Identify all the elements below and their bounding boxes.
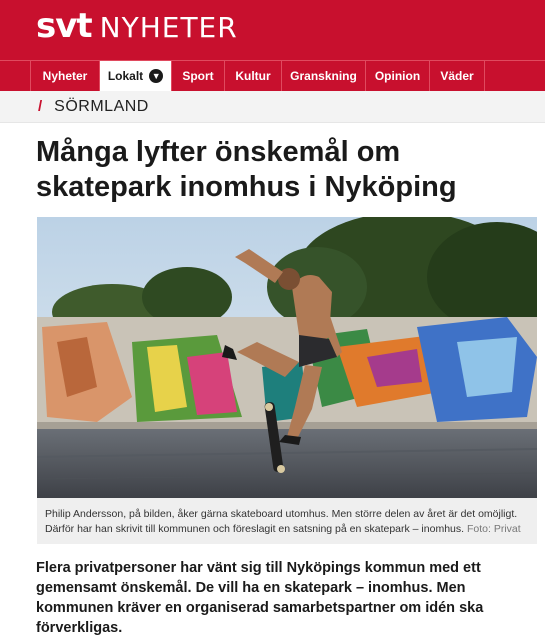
svt-nyheter-logo[interactable]: svt NYHETER	[36, 6, 238, 46]
nav-item-kultur[interactable]: Kultur	[225, 61, 282, 91]
slash-icon: /	[38, 98, 43, 115]
nav-item-opinion[interactable]: Opinion	[366, 61, 430, 91]
region-label[interactable]: SÖRMLAND	[54, 98, 149, 116]
logo-section: NYHETER	[99, 11, 238, 44]
caption-text: Philip Andersson, på bilden, åker gärna …	[45, 508, 518, 535]
photo-caption: Philip Andersson, på bilden, åker gärna …	[37, 498, 537, 544]
logo-svt: svt	[36, 6, 93, 46]
article-lead: Flera privatpersoner har vänt sig till N…	[36, 560, 484, 636]
nav-item-nyheter[interactable]: Nyheter	[30, 61, 100, 91]
nav-item-granskning[interactable]: Granskning	[282, 61, 366, 91]
photo-credit: Foto: Privat	[466, 523, 521, 535]
nav-item-sport[interactable]: Sport	[172, 61, 225, 91]
article-photo	[37, 217, 537, 498]
chevron-down-icon[interactable]: ▼	[149, 69, 164, 83]
nav-item-lokalt[interactable]: Lokalt ▼	[100, 61, 172, 91]
region-breadcrumb: / SÖRMLAND	[0, 91, 545, 123]
main-nav: Nyheter Lokalt ▼ Sport Kultur Granskning…	[0, 60, 545, 91]
nav-item-lokalt-label: Lokalt	[107, 69, 144, 83]
article-title: Många lyfter önskemål om skatepark inomh…	[36, 136, 457, 203]
nav-item-vader[interactable]: Väder	[430, 61, 485, 91]
site-header: svt NYHETER	[0, 0, 545, 60]
